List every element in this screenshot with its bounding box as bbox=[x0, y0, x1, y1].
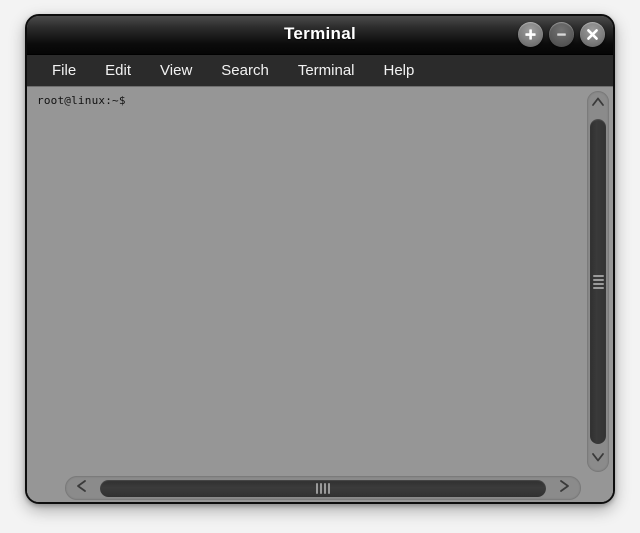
menu-item-file[interactable]: File bbox=[41, 59, 87, 82]
close-button[interactable] bbox=[580, 22, 605, 47]
terminal-window: Terminal File Edit View Search Terminal … bbox=[25, 14, 615, 504]
minus-icon bbox=[555, 28, 568, 41]
minimize-button[interactable] bbox=[549, 22, 574, 47]
scroll-up-button[interactable] bbox=[587, 91, 609, 117]
menu-item-terminal[interactable]: Terminal bbox=[287, 59, 366, 82]
scroll-right-button[interactable] bbox=[547, 476, 581, 500]
vertical-scrollbar-thumb[interactable] bbox=[590, 119, 606, 444]
chevron-up-icon bbox=[591, 95, 605, 113]
menu-item-edit[interactable]: Edit bbox=[94, 59, 142, 82]
vertical-grip-icon bbox=[592, 274, 604, 289]
menu-item-view[interactable]: View bbox=[149, 59, 203, 82]
terminal-prompt-line: root@linux:~$ bbox=[37, 94, 126, 107]
horizontal-grip-icon bbox=[316, 482, 330, 494]
desktop-background: Terminal File Edit View Search Terminal … bbox=[0, 0, 640, 533]
horizontal-scrollbar-thumb[interactable] bbox=[100, 479, 546, 497]
menu-item-search[interactable]: Search bbox=[210, 59, 280, 82]
horizontal-scrollbar[interactable] bbox=[65, 476, 581, 500]
chevron-down-icon bbox=[591, 450, 605, 468]
chevron-left-icon bbox=[74, 479, 90, 498]
window-titlebar[interactable]: Terminal bbox=[27, 16, 613, 55]
menu-bar: File Edit View Search Terminal Help bbox=[27, 55, 613, 87]
vertical-scrollbar[interactable] bbox=[587, 91, 609, 472]
scroll-left-button[interactable] bbox=[65, 476, 99, 500]
terminal-body: root@linux:~$ bbox=[27, 87, 613, 502]
scroll-down-button[interactable] bbox=[587, 446, 609, 472]
terminal-output-area[interactable]: root@linux:~$ bbox=[27, 87, 613, 502]
chevron-right-icon bbox=[556, 479, 572, 498]
window-controls bbox=[518, 22, 605, 47]
close-icon bbox=[586, 28, 599, 41]
menu-item-help[interactable]: Help bbox=[373, 59, 426, 82]
maximize-button[interactable] bbox=[518, 22, 543, 47]
plus-icon bbox=[524, 28, 537, 41]
